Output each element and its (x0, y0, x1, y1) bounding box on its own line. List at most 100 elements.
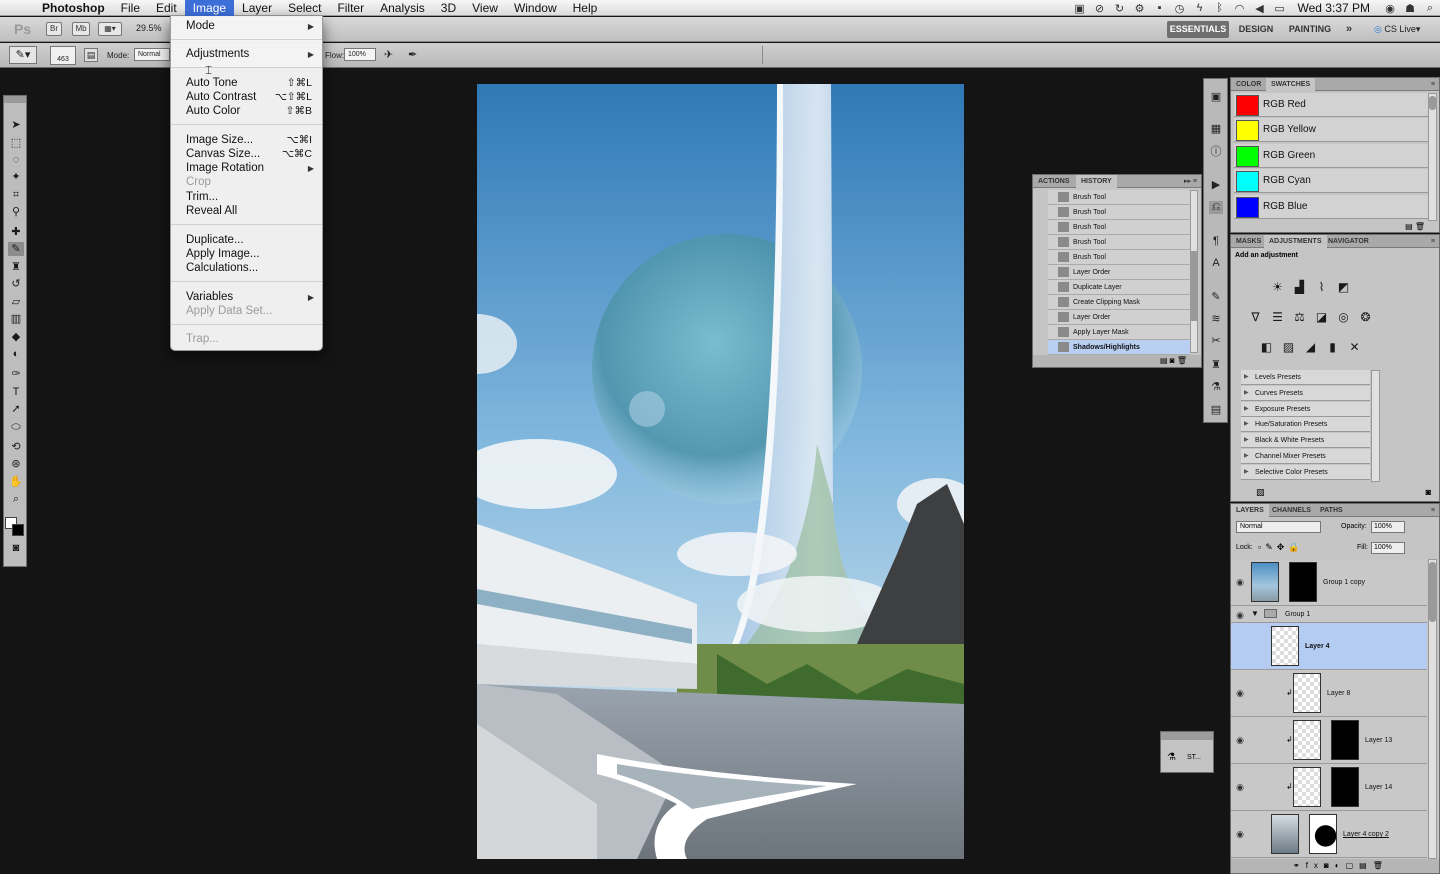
history-step[interactable]: Brush Tool (1048, 235, 1190, 250)
history-step[interactable]: Brush Tool (1048, 250, 1190, 265)
eye-icon[interactable]: ◉ (1234, 829, 1246, 839)
menu-item-image-size[interactable]: Image Size... ⌥⌘I (186, 133, 312, 148)
swatch-item[interactable]: RGB Green (1234, 144, 1429, 168)
brush-size-picker[interactable]: 463 (50, 46, 76, 65)
eye-icon[interactable]: ◉ (1234, 782, 1246, 792)
menu-item-auto-color[interactable]: Auto Color ⇧⌘B (186, 104, 312, 119)
tool-presets-icon[interactable]: ✂ (1209, 335, 1223, 348)
histogram-icon[interactable]: ▦ (1209, 123, 1223, 136)
blend-mode-select[interactable]: Normal (1236, 521, 1321, 533)
preset-options-icon[interactable]: ◙ (1426, 487, 1431, 497)
view-extras-button[interactable]: ▦▾ (98, 22, 122, 36)
tab-actions[interactable]: ACTIONS (1033, 175, 1075, 188)
mini-bridge-button[interactable]: Mb (72, 22, 90, 36)
workspace-more-icon[interactable]: » (1340, 21, 1358, 38)
history-icon[interactable]: ⎌ (1209, 201, 1223, 214)
history-step-selected[interactable]: Shadows/Highlights (1048, 340, 1190, 355)
panel-menu-icon[interactable]: ≡ (1431, 78, 1435, 91)
mode-select[interactable]: Normal (134, 48, 170, 61)
preset-curves[interactable]: Curves Presets (1241, 386, 1370, 401)
layers-scrollbar[interactable] (1428, 559, 1437, 859)
styles-label[interactable]: ST... (1187, 754, 1201, 761)
tools-panel-header[interactable] (4, 96, 26, 103)
spotlight-icon[interactable]: ⌕ (1420, 2, 1440, 15)
brush-icon[interactable]: ≋ (1209, 313, 1223, 326)
clip-to-layer-icon[interactable]: ▧ (1256, 487, 1265, 498)
clone-stamp-tool-icon[interactable]: ♜ (8, 260, 24, 274)
floating-panel-header[interactable] (1161, 732, 1213, 740)
3d-orbit-tool-icon[interactable]: ⊛ (8, 457, 24, 471)
zoom-tool-icon[interactable]: ⌕ (8, 492, 24, 506)
history-step[interactable]: Create Clipping Mask (1048, 295, 1190, 310)
curves-icon[interactable]: ⌇ (1313, 280, 1330, 295)
notes-icon[interactable]: ▤ (1209, 404, 1223, 417)
panel-menu-icon[interactable]: ▸▸ ≡ (1184, 175, 1197, 188)
tab-navigator[interactable]: NAVIGATOR (1323, 235, 1374, 248)
menu-image[interactable]: Image (184, 0, 235, 16)
path-selection-tool-icon[interactable]: ➚ (8, 402, 24, 416)
menu-item-duplicate[interactable]: Duplicate... (186, 233, 312, 248)
invert-icon[interactable]: ◧ (1258, 340, 1275, 355)
menu-item-canvas-size[interactable]: Canvas Size... ⌥⌘C (186, 147, 312, 162)
tab-paths[interactable]: PATHS (1315, 504, 1348, 517)
trash-icon[interactable]: 🗑 (1177, 356, 1187, 365)
workspace-design[interactable]: DESIGN (1236, 21, 1276, 38)
zoom-level[interactable]: 29.5% (136, 23, 162, 33)
workspace-essentials[interactable]: ESSENTIALS (1167, 21, 1229, 38)
camera-icon[interactable]: ◙ (1170, 356, 1177, 365)
timemachine-icon[interactable]: ◷ (1170, 2, 1190, 15)
menu-item-trim[interactable]: Trim... (186, 190, 312, 205)
brush-presets-icon[interactable]: ✎ (1209, 291, 1223, 304)
eye-icon[interactable]: ◉ (1234, 577, 1246, 587)
swatch-item[interactable]: RGB Red (1234, 93, 1429, 117)
menu-item-reveal-all[interactable]: Reveal All (186, 204, 312, 219)
power-icon[interactable]: ϟ (1190, 2, 1210, 14)
history-scrollbar[interactable] (1190, 190, 1198, 353)
sync-icon[interactable]: ↻ (1110, 2, 1130, 15)
tab-layers[interactable]: LAYERS (1231, 504, 1269, 517)
healing-brush-tool-icon[interactable]: ✚ (8, 225, 24, 239)
quick-selection-tool-icon[interactable]: ✦ (8, 170, 24, 184)
menu-edit[interactable]: Edit (148, 0, 185, 16)
preset-black-white[interactable]: Black & White Presets (1241, 433, 1370, 448)
preset-hue-saturation[interactable]: Hue/Saturation Presets (1241, 417, 1370, 432)
clone-source-icon[interactable]: ♜ (1209, 359, 1223, 372)
new-swatch-icon[interactable]: ▤ 🗑 (1405, 222, 1425, 231)
menu-item-image-rotation[interactable]: Image Rotation ▶ (186, 161, 314, 176)
swatches-scrollbar[interactable] (1428, 93, 1437, 221)
history-brush-tool-icon[interactable]: ↺ (8, 277, 24, 291)
menu-3d[interactable]: 3D (433, 0, 464, 16)
eye-icon[interactable]: ◉ (1234, 688, 1246, 698)
lock-icons[interactable]: ▫✎✥🔒 (1258, 542, 1303, 553)
bridge-button[interactable]: Br (46, 22, 62, 36)
styles-icon[interactable]: ⚗ (1209, 381, 1223, 394)
link-icon[interactable]: ⊘ (1090, 2, 1110, 15)
battery-icon[interactable]: ▭ (1270, 2, 1290, 15)
menu-filter[interactable]: Filter (329, 0, 372, 16)
crop-tool-icon[interactable]: ⌗ (8, 188, 24, 202)
threshold-icon[interactable]: ◢ (1302, 340, 1319, 355)
quick-mask-icon[interactable]: ◙ (8, 541, 24, 555)
type-tool-icon[interactable]: T (8, 385, 24, 399)
menu-item-mode[interactable]: Mode ▶ (186, 19, 314, 34)
tab-color[interactable]: COLOR (1231, 78, 1266, 91)
character-icon[interactable]: A (1209, 257, 1223, 270)
tablet-pressure-icon[interactable]: ✒ (408, 48, 417, 61)
app-status-icon[interactable]: ▪ (1150, 2, 1170, 14)
menu-layer[interactable]: Layer (234, 0, 280, 16)
panel-menu-icon[interactable]: ≡ (1431, 235, 1435, 248)
new-document-icon[interactable]: ▤ (1160, 356, 1170, 365)
preset-channel-mixer[interactable]: Channel Mixer Presets (1241, 449, 1370, 464)
volume-icon[interactable]: ◀ (1250, 2, 1270, 15)
3d-rotate-tool-icon[interactable]: ⟲ (8, 440, 24, 454)
cs-live-button[interactable]: ◎ CS Live▾ (1374, 21, 1420, 38)
swatch-item[interactable]: RGB Cyan (1234, 169, 1429, 193)
wifi-icon[interactable]: ◠ (1230, 2, 1250, 15)
posterize-icon[interactable]: ▨ (1280, 340, 1297, 355)
lock-status-icon[interactable]: ◉ (1380, 2, 1400, 15)
menu-view[interactable]: View (464, 0, 506, 16)
layer-row-selected[interactable]: Layer 4 (1231, 623, 1427, 670)
tab-adjustments[interactable]: ADJUSTMENTS (1264, 235, 1327, 248)
panel-menu-icon[interactable]: ≡ (1431, 504, 1435, 517)
history-step[interactable]: Duplicate Layer (1048, 280, 1190, 295)
